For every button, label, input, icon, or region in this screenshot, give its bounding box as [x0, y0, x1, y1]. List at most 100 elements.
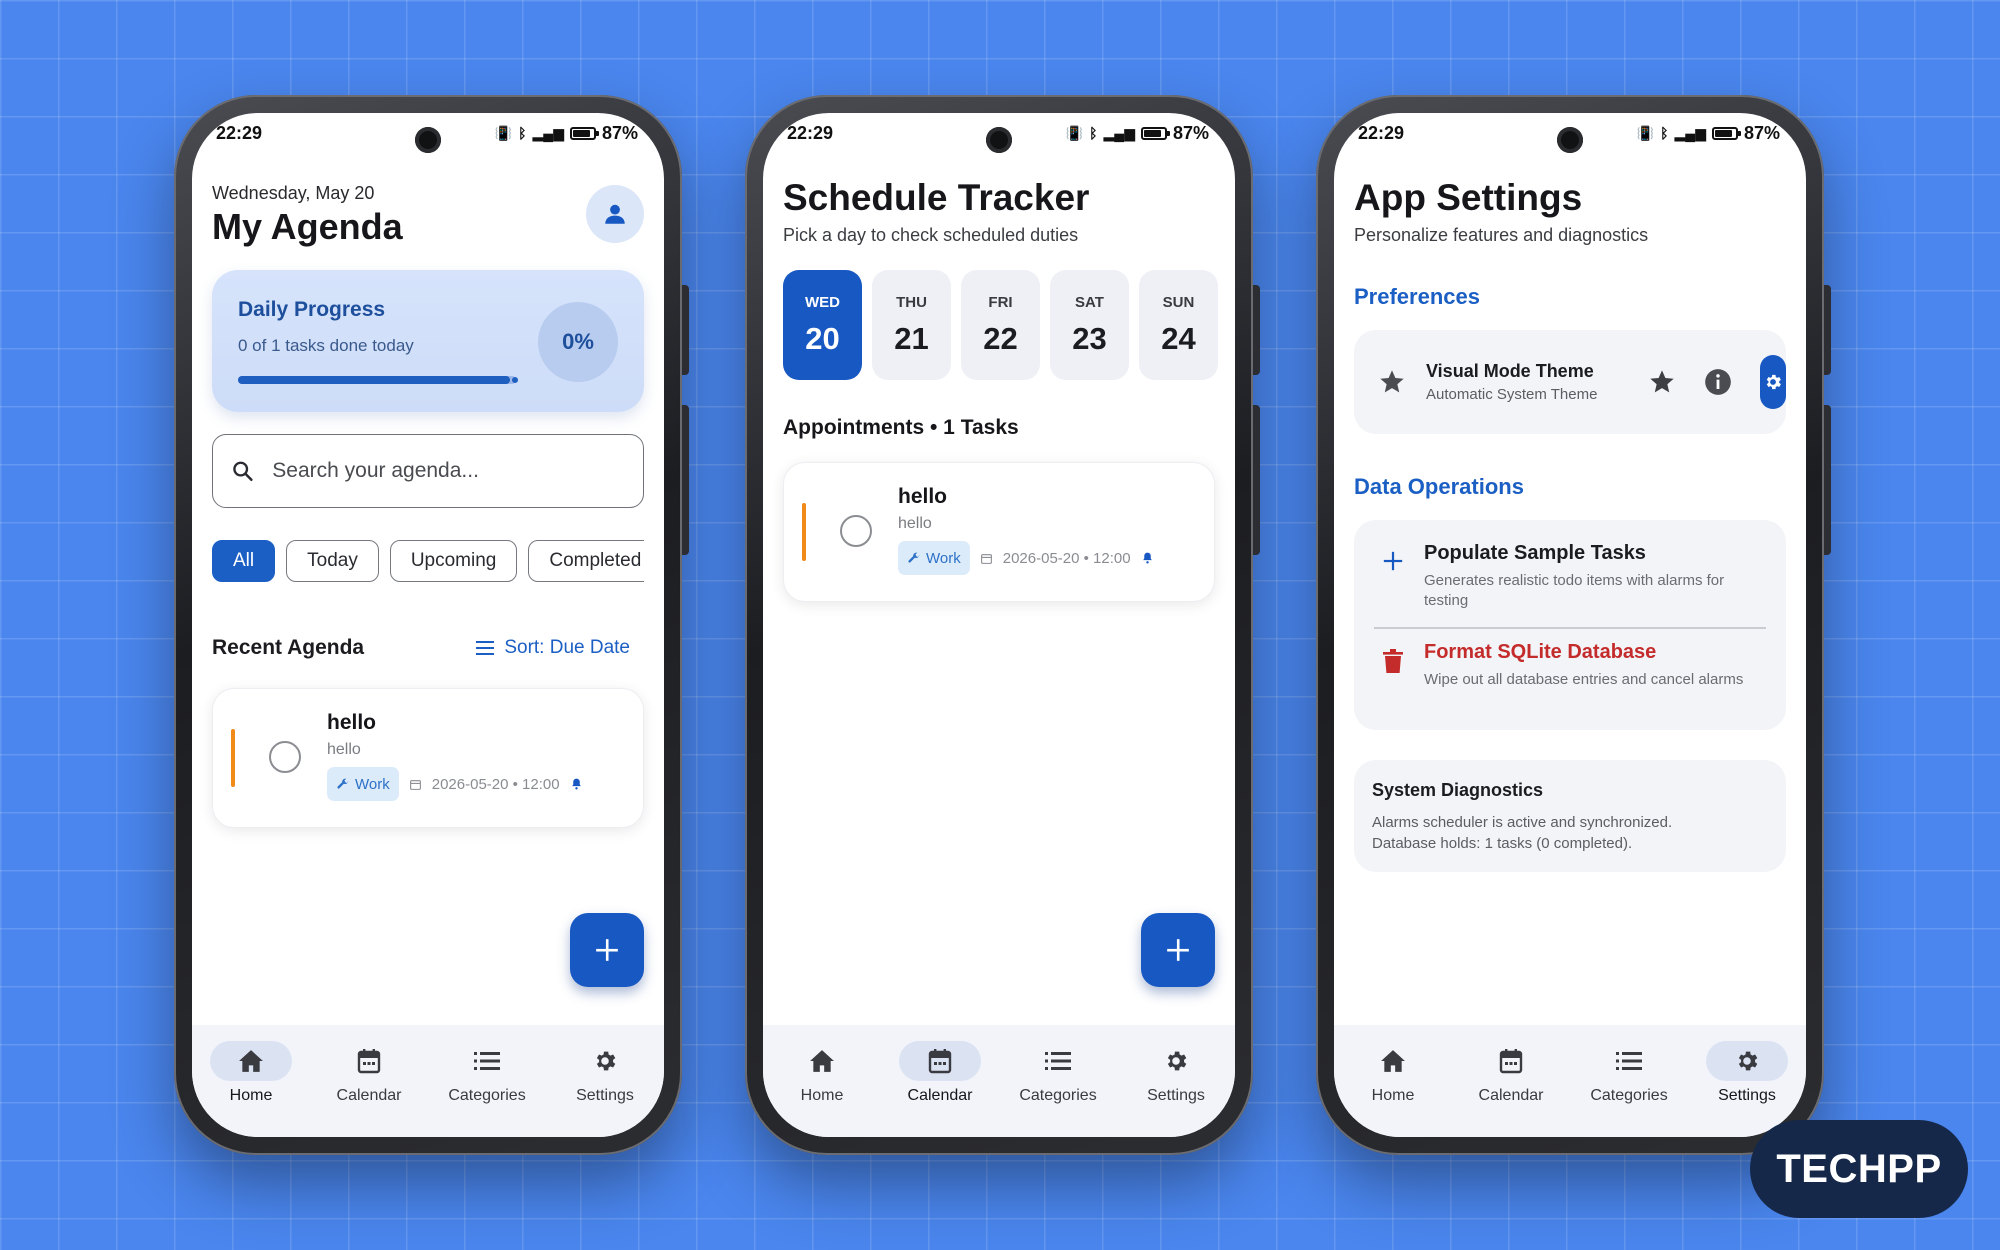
theme-setting-row[interactable]: Visual Mode Theme Automatic System Theme	[1354, 330, 1786, 434]
status-bar: 22:29 📳 ᛒ ▂▄▆ 87%	[1334, 113, 1806, 153]
day-tile-fri[interactable]: FRI 22	[961, 270, 1040, 380]
theme-title: Visual Mode Theme	[1426, 361, 1594, 381]
bell-icon	[571, 778, 581, 790]
nav-settings[interactable]: Settings	[549, 1041, 661, 1105]
nav-settings[interactable]: Settings	[1691, 1041, 1803, 1105]
preferences-card: Visual Mode Theme Automatic System Theme	[1354, 330, 1786, 434]
star-toggle-icon[interactable]	[1648, 368, 1676, 396]
day-number: 24	[1161, 320, 1196, 356]
task-card[interactable]: hello hello Work 2026-05-20 • 12:00	[783, 462, 1215, 602]
battery-level	[1143, 129, 1162, 137]
battery-level	[1714, 129, 1733, 137]
nav-settings[interactable]: Settings	[1120, 1041, 1232, 1105]
day-number: 21	[894, 320, 929, 356]
add-task-button[interactable]	[1141, 913, 1215, 987]
data-operations-card: Populate Sample Tasks Generates realisti…	[1354, 520, 1786, 730]
home-icon	[1381, 1050, 1405, 1072]
nav-categories[interactable]: Categories	[1002, 1041, 1114, 1105]
nav-home[interactable]: Home	[195, 1041, 307, 1105]
nav-home-label: Home	[229, 1087, 273, 1104]
progress-bar	[238, 376, 518, 384]
task-title: hello	[898, 485, 948, 508]
day-of-week: THU	[896, 293, 927, 311]
nav-home[interactable]: Home	[1337, 1041, 1449, 1105]
bottom-nav: Home Calendar Categories Settings	[192, 1025, 664, 1137]
nav-calendar-label: Calendar	[907, 1087, 973, 1104]
nav-calendar[interactable]: Calendar	[884, 1041, 996, 1105]
bluetooth-icon: ᛒ	[518, 125, 527, 141]
data-operations-heading: Data Operations	[1354, 474, 1524, 499]
populate-sample-tasks-button[interactable]: Populate Sample Tasks Generates realisti…	[1354, 520, 1786, 611]
theme-system-toggle[interactable]	[1760, 355, 1786, 409]
filter-chips: All Today Upcoming Completed	[212, 540, 644, 582]
phone-settings: 22:29 📳 ᛒ ▂▄▆ 87% App Settings Personali…	[1316, 95, 1831, 1155]
bottom-nav: Home Calendar Categories Settings	[763, 1025, 1235, 1137]
task-card[interactable]: hello hello Work 2026-05-20 • 12:00	[212, 688, 644, 828]
filter-upcoming[interactable]: Upcoming	[389, 540, 518, 582]
vibrate-icon: 📳	[1065, 124, 1084, 141]
nav-home[interactable]: Home	[766, 1041, 878, 1105]
nav-settings-label: Settings	[1718, 1087, 1776, 1104]
day-picker: WED 20 THU 21 FRI 22 SAT 23 SUN 24	[783, 270, 1218, 380]
wrench-icon	[908, 552, 920, 563]
current-date: Wednesday, May 20	[212, 183, 375, 203]
battery-icon	[569, 126, 599, 140]
profile-avatar[interactable]	[586, 185, 644, 243]
nav-settings-label: Settings	[1147, 1087, 1205, 1104]
day-tile-wed[interactable]: WED 20	[783, 270, 862, 380]
task-meta: Work 2026-05-20 • 12:00	[898, 541, 1214, 575]
populate-title: Populate Sample Tasks	[1424, 542, 1646, 564]
sort-lines-icon	[476, 641, 495, 655]
system-diagnostics-card: System Diagnostics Alarms scheduler is a…	[1354, 760, 1786, 872]
day-of-week: FRI	[988, 293, 1013, 311]
add-task-button[interactable]	[570, 913, 644, 987]
sort-label: Sort: Due Date	[504, 637, 630, 658]
task-title: hello	[327, 711, 377, 734]
format-database-button[interactable]: Format SQLite Database Wipe out all data…	[1354, 629, 1786, 690]
nav-calendar[interactable]: Calendar	[313, 1041, 425, 1105]
search-bar[interactable]	[212, 434, 644, 508]
nav-calendar[interactable]: Calendar	[1455, 1041, 1567, 1105]
gear-icon	[1766, 374, 1781, 390]
status-bar: 22:29 📳 ᛒ ▂▄▆ 87%	[192, 113, 664, 153]
day-number: 22	[983, 320, 1018, 356]
gear-icon	[1738, 1051, 1758, 1071]
search-icon	[233, 461, 253, 481]
search-input[interactable]	[272, 459, 625, 483]
sort-button[interactable]: Sort: Due Date	[476, 637, 630, 659]
page-title: App Settings	[1354, 177, 1583, 218]
nav-categories[interactable]: Categories	[1573, 1041, 1685, 1105]
status-time: 22:29	[216, 122, 263, 143]
day-of-week: SAT	[1075, 293, 1104, 311]
vibrate-icon: 📳	[1636, 124, 1655, 141]
bottom-nav: Home Calendar Categories Settings	[1334, 1025, 1806, 1137]
calendar-small-icon	[980, 553, 992, 564]
day-tile-sun[interactable]: SUN 24	[1139, 270, 1218, 380]
task-due: 2026-05-20 • 12:00	[1002, 549, 1131, 567]
page-subtitle: Pick a day to check scheduled duties	[783, 225, 1079, 245]
task-meta: Work 2026-05-20 • 12:00	[327, 767, 643, 801]
section-title: Recent Agenda	[212, 636, 365, 659]
brand-logo: TECHPP	[1750, 1120, 1968, 1218]
diagnostics-line: Database holds: 1 tasks (0 completed).	[1372, 835, 1633, 852]
day-tile-thu[interactable]: THU 21	[872, 270, 951, 380]
info-icon[interactable]	[1704, 368, 1732, 396]
task-due: 2026-05-20 • 12:00	[431, 775, 560, 793]
list-icon	[1616, 1052, 1642, 1070]
task-complete-checkbox[interactable]	[269, 741, 301, 773]
battery-percent: 87%	[601, 122, 638, 143]
progress-percent-badge: 0%	[538, 302, 618, 382]
filter-all[interactable]: All	[212, 540, 276, 582]
battery-icon	[1140, 126, 1170, 140]
filter-today[interactable]: Today	[286, 540, 379, 582]
nav-categories-label: Categories	[1019, 1087, 1097, 1104]
task-complete-checkbox[interactable]	[840, 515, 872, 547]
populate-subtitle: Generates realistic todo items with alar…	[1424, 572, 1725, 609]
theme-subtitle: Automatic System Theme	[1426, 386, 1598, 403]
progress-bar-fill	[238, 376, 511, 384]
filter-completed[interactable]: Completed	[528, 540, 644, 582]
day-tile-sat[interactable]: SAT 23	[1050, 270, 1129, 380]
nav-categories[interactable]: Categories	[431, 1041, 543, 1105]
nav-home-label: Home	[800, 1087, 844, 1104]
battery-level	[572, 129, 591, 137]
